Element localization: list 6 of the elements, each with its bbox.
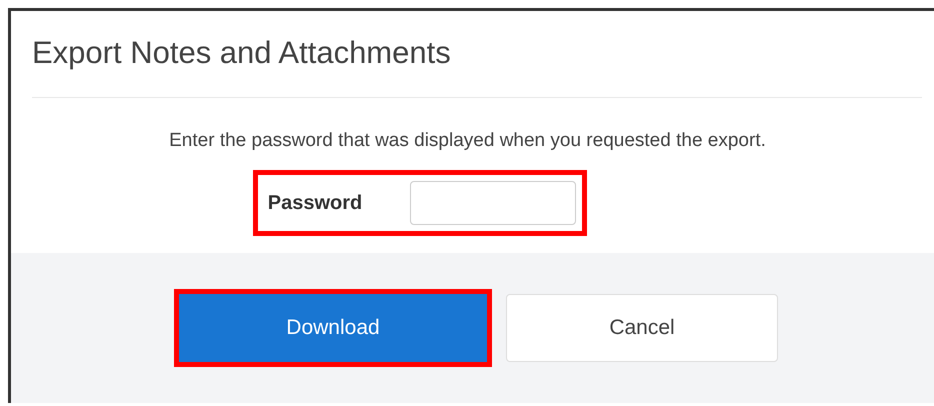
- download-button[interactable]: Download: [179, 294, 487, 362]
- password-label: Password: [268, 192, 362, 214]
- instruction-text: Enter the password that was displayed when you requested the export.: [169, 130, 766, 152]
- password-field[interactable]: [410, 181, 576, 225]
- cancel-button[interactable]: Cancel: [506, 294, 778, 362]
- dialog-title: Export Notes and Attachments: [32, 34, 452, 72]
